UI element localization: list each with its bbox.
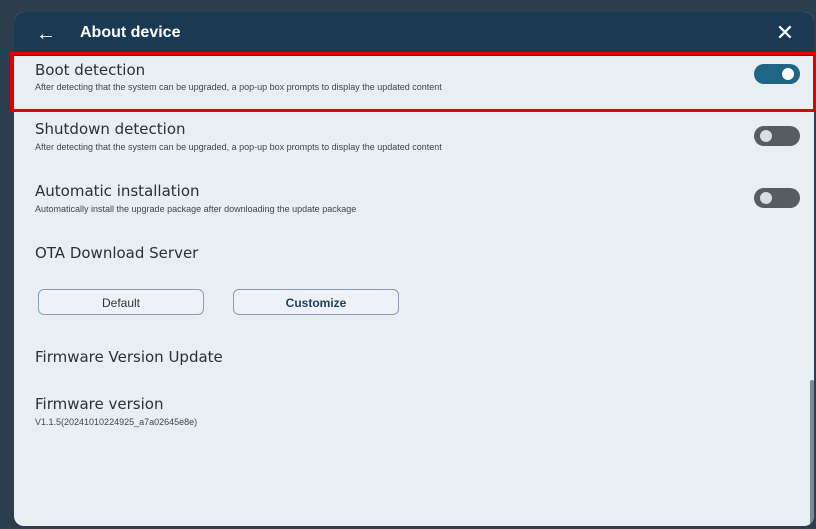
automatic-installation-toggle[interactable] — [754, 188, 800, 208]
toggle-knob — [782, 68, 794, 80]
boot-detection-toggle[interactable] — [754, 64, 800, 84]
firmware-update-title[interactable]: Firmware Version Update — [35, 348, 223, 366]
firmware-version-title: Firmware version — [35, 395, 164, 413]
back-arrow-icon[interactable]: ← — [34, 22, 58, 46]
setting-automatic-installation: Automatic installation Automatically ins… — [14, 182, 814, 232]
setting-description: After detecting that the system can be u… — [35, 142, 442, 152]
ota-server-title: OTA Download Server — [35, 244, 199, 262]
toggle-knob — [760, 130, 772, 142]
firmware-version-value: V1.1.5(20241010224925_a7a02645e8e) — [35, 417, 198, 427]
close-icon[interactable]: ✕ — [772, 20, 798, 46]
setting-boot-detection: Boot detection After detecting that the … — [14, 56, 814, 112]
setting-label: Shutdown detection — [35, 120, 186, 138]
setting-label: Automatic installation — [35, 182, 200, 200]
header-bar: ← About device ✕ — [14, 12, 814, 56]
scrollbar[interactable] — [810, 380, 814, 526]
shutdown-detection-toggle[interactable] — [754, 126, 800, 146]
setting-shutdown-detection: Shutdown detection After detecting that … — [14, 120, 814, 170]
default-server-button[interactable]: Default — [38, 289, 204, 315]
setting-label: Boot detection — [35, 61, 146, 79]
setting-description: Automatically install the upgrade packag… — [35, 204, 357, 214]
setting-description: After detecting that the system can be u… — [35, 82, 442, 92]
about-device-panel: ← About device ✕ Boot detection After de… — [14, 12, 814, 526]
customize-server-button[interactable]: Customize — [233, 289, 399, 315]
toggle-knob — [760, 192, 772, 204]
page-title: About device — [80, 24, 181, 41]
window-frame: ← About device ✕ Boot detection After de… — [0, 0, 816, 529]
